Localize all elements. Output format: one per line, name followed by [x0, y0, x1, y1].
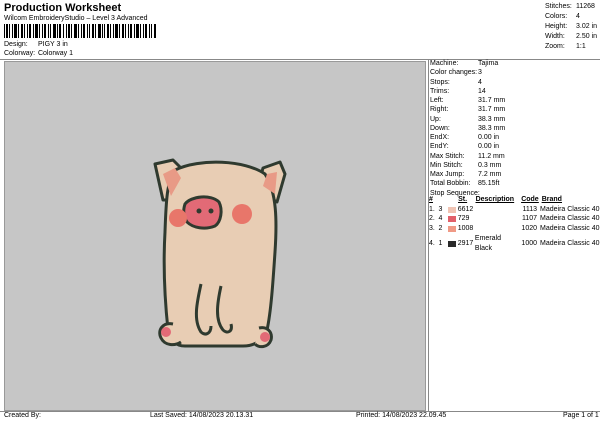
stat-width: Width: 2.50 in	[545, 33, 598, 40]
printed-date: Printed: 14/08/2023 22.09.45	[356, 412, 447, 419]
info-row: Color changes: 3	[430, 69, 482, 77]
barcode	[4, 24, 156, 38]
info-row: Up: 38.3 mm	[430, 115, 506, 123]
info-row: Left: 31.7 mm	[430, 97, 506, 104]
info-row: Max Stitch: 11.2 mm	[430, 152, 505, 160]
info-row: Stops: 4	[430, 78, 482, 86]
info-row: EndX: 0.00 in	[430, 134, 500, 141]
table-row: 1. 3 6612 1113 Madeira Classic 40	[429, 205, 600, 213]
design-label: Design:	[4, 41, 28, 48]
software-subtitle: Wilcom EmbroideryStudio – Level 3 Advanc…	[4, 15, 148, 22]
table-row: 2. 4 729 1107 Madeira Classic 40	[429, 215, 600, 223]
stat-height: Height: 3.02 in	[545, 23, 598, 30]
color-swatch	[448, 225, 456, 232]
design-value: PIGY 3 in	[37, 41, 68, 48]
info-row: Min Stitch: 0.3 mm	[430, 161, 502, 169]
created-by: Created By:	[4, 412, 41, 419]
colorway-value: Colorway 1	[37, 50, 73, 57]
info-row: EndY: 0.00 in	[430, 143, 500, 151]
info-row: Trims: 14	[430, 87, 486, 95]
footer-divider	[0, 411, 600, 412]
col-brand: Brand	[541, 196, 562, 203]
pig-embroidery-image	[153, 158, 287, 349]
col-code: Code	[521, 196, 539, 203]
colorway-row: Colorway: Colorway 1	[4, 50, 73, 57]
info-row: Max Jump: 7.2 mm	[430, 171, 502, 178]
info-row: Total Bobbin: 85.15ft	[430, 180, 500, 188]
last-saved: Last Saved: 14/08/2023 20.13.31	[150, 412, 254, 419]
col-st: St.	[458, 196, 468, 203]
stop-sequence-table: # St. Description Code Brand 1. 3 6612 1…	[429, 195, 600, 253]
machine-info: Machine: Tajima Color changes: 3 Stops: 4 T…	[430, 59, 598, 198]
design-preview	[4, 61, 426, 411]
info-row: Right: 31.7 mm	[430, 106, 506, 114]
col-num: #	[429, 196, 433, 203]
design-row: Design: PIGY 3 in	[4, 41, 68, 48]
stat-zoom: Zoom: 1:1	[545, 43, 586, 50]
color-swatch	[448, 216, 456, 223]
stop-sequence-header: # St. Description Code Brand	[429, 195, 598, 205]
colorway-label: Colorway:	[4, 50, 36, 57]
color-swatch	[448, 206, 456, 213]
page-title: Production Worksheet	[4, 2, 122, 14]
info-row: Machine: Tajima	[430, 60, 499, 67]
color-swatch	[448, 240, 456, 247]
page-number: Page 1 of 1	[563, 412, 599, 419]
info-row: Down: 38.3 mm	[430, 124, 506, 132]
design-stats: Stitches: 11268 Colors: 4 Height: 3.02 in W…	[545, 2, 597, 52]
col-description: Description	[475, 196, 515, 203]
stat-stitches: Stitches: 11268	[545, 3, 595, 10]
stat-colors: Colors: 4	[545, 13, 580, 20]
table-row: 3. 2 1008 1020 Madeira Classic 40	[429, 225, 600, 233]
table-row: 4. 1 2917 Emerald Black 1000 Madeira Cla…	[429, 234, 600, 252]
